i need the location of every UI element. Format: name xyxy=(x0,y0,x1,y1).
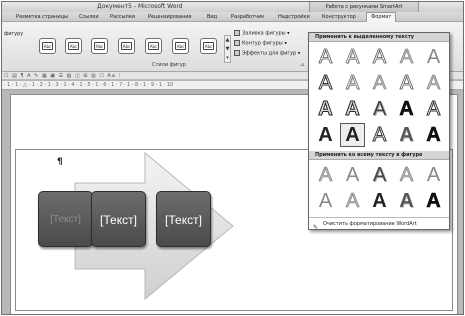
shape-styles-group-label: Стили фигур xyxy=(152,62,186,68)
wordart-style-15[interactable]: A xyxy=(421,97,446,121)
wordart-style-14[interactable]: A xyxy=(394,97,419,121)
shape-fill-button[interactable]: Заливка фигуры ▾ xyxy=(234,30,290,37)
tab-design[interactable]: Конструктор xyxy=(322,13,356,22)
shape-style-2[interactable]: Abc xyxy=(65,38,82,54)
effects-icon xyxy=(234,50,240,56)
wordart-styles-gallery: Применить к выделенному тексту A A A A A… xyxy=(308,32,450,231)
shape-outline-button[interactable]: Контур фигуры ▾ xyxy=(234,40,287,47)
wordart-style-18[interactable]: A xyxy=(367,123,392,147)
wordart-style-3[interactable]: A xyxy=(367,45,392,69)
wordart-style-5[interactable]: A xyxy=(421,45,446,69)
wordart-all-style-10[interactable]: A xyxy=(421,189,446,213)
wordart-style-9[interactable]: A xyxy=(394,71,419,95)
wordart-style-17[interactable]: A xyxy=(340,123,365,147)
shape-style-5[interactable]: Abc xyxy=(145,38,162,54)
tab-references[interactable]: Ссылки xyxy=(79,13,99,22)
tab-review[interactable]: Рецензирование xyxy=(148,13,192,22)
wordart-all-style-6[interactable]: A xyxy=(313,189,338,213)
paint-bucket-icon xyxy=(234,30,240,36)
smartart-node-2[interactable]: [Текст] xyxy=(91,191,146,247)
wordart-grid-selected: A A A A A A A A A A A A A A A A A A A A xyxy=(313,45,446,147)
shape-style-4[interactable]: Abc xyxy=(118,38,135,54)
shape-style-3[interactable]: Abc xyxy=(91,38,108,54)
wordart-all-style-4[interactable]: A xyxy=(394,163,419,187)
wordart-style-10[interactable]: A xyxy=(421,71,446,95)
tab-page-layout[interactable]: Разметка страницы xyxy=(16,13,68,22)
pen-icon xyxy=(234,40,240,46)
window-title: Документ5 - Microsoft Word xyxy=(97,3,183,10)
section-all-text-header: Применить ко всему тексту в фигуре xyxy=(309,151,449,160)
wordart-style-19[interactable]: A xyxy=(394,123,419,147)
smartart-node-1[interactable]: [Текст] xyxy=(38,191,93,247)
shape-style-7[interactable]: Abc xyxy=(200,38,217,54)
ribbon-tabs: Разметка страницы Ссылки Рассылки Реценз… xyxy=(2,12,463,23)
smartart-tools-header: Работа с рисунками SmartArt xyxy=(309,2,419,12)
dialog-launcher-icon[interactable]: ⊿ xyxy=(300,62,304,68)
tab-mailings[interactable]: Рассылки xyxy=(110,13,135,22)
gallery-scroll[interactable]: ▲ ▼ ▾ xyxy=(224,35,231,63)
wordart-all-style-7[interactable]: A xyxy=(340,189,365,213)
wordart-style-11[interactable]: A xyxy=(313,97,338,121)
wordart-style-6[interactable]: A xyxy=(313,71,338,95)
wordart-all-style-8[interactable]: A xyxy=(367,189,392,213)
wordart-style-13[interactable]: A xyxy=(367,97,392,121)
wordart-style-20[interactable]: A xyxy=(421,123,446,147)
change-shape-label[interactable]: фигуру xyxy=(4,31,23,37)
smartart-node-3[interactable]: [Текст] xyxy=(156,191,211,247)
wordart-style-1[interactable]: A xyxy=(313,45,338,69)
wordart-style-2[interactable]: A xyxy=(340,45,365,69)
title-bar: Документ5 - Microsoft Word Работа с рису… xyxy=(2,2,463,12)
tab-view[interactable]: Вид xyxy=(207,13,217,22)
tab-developer[interactable]: Разработчик xyxy=(231,13,264,22)
section-selected-text-header: Применить к выделенному тексту xyxy=(309,33,449,42)
wordart-style-8[interactable]: A xyxy=(367,71,392,95)
eraser-icon: ✎ xyxy=(313,224,319,231)
wordart-style-7[interactable]: A xyxy=(340,71,365,95)
wordart-style-16[interactable]: A xyxy=(313,123,338,147)
paragraph-mark: ¶ xyxy=(57,157,63,167)
wordart-all-style-1[interactable]: A xyxy=(313,163,338,187)
wordart-all-style-5[interactable]: A xyxy=(421,163,446,187)
shape-style-6[interactable]: Abc xyxy=(172,38,189,54)
shape-style-1[interactable]: Abc xyxy=(39,38,56,54)
word-window: Документ5 - Microsoft Word Работа с рису… xyxy=(1,1,464,315)
wordart-grid-all: A A A A A A A A A A xyxy=(313,163,446,213)
wordart-style-4[interactable]: A xyxy=(394,45,419,69)
tab-addins[interactable]: Надстройки xyxy=(278,13,310,22)
wordart-all-style-3[interactable]: A xyxy=(367,163,392,187)
wordart-all-style-9[interactable]: A xyxy=(394,189,419,213)
wordart-style-12[interactable]: A xyxy=(340,97,365,121)
wordart-all-style-2[interactable]: A xyxy=(340,163,365,187)
clear-wordart-formatting[interactable]: ✎ Очистить форматирование WordArt xyxy=(309,217,449,231)
shape-effects-button[interactable]: Эффекты для фигур ▾ xyxy=(234,50,300,57)
